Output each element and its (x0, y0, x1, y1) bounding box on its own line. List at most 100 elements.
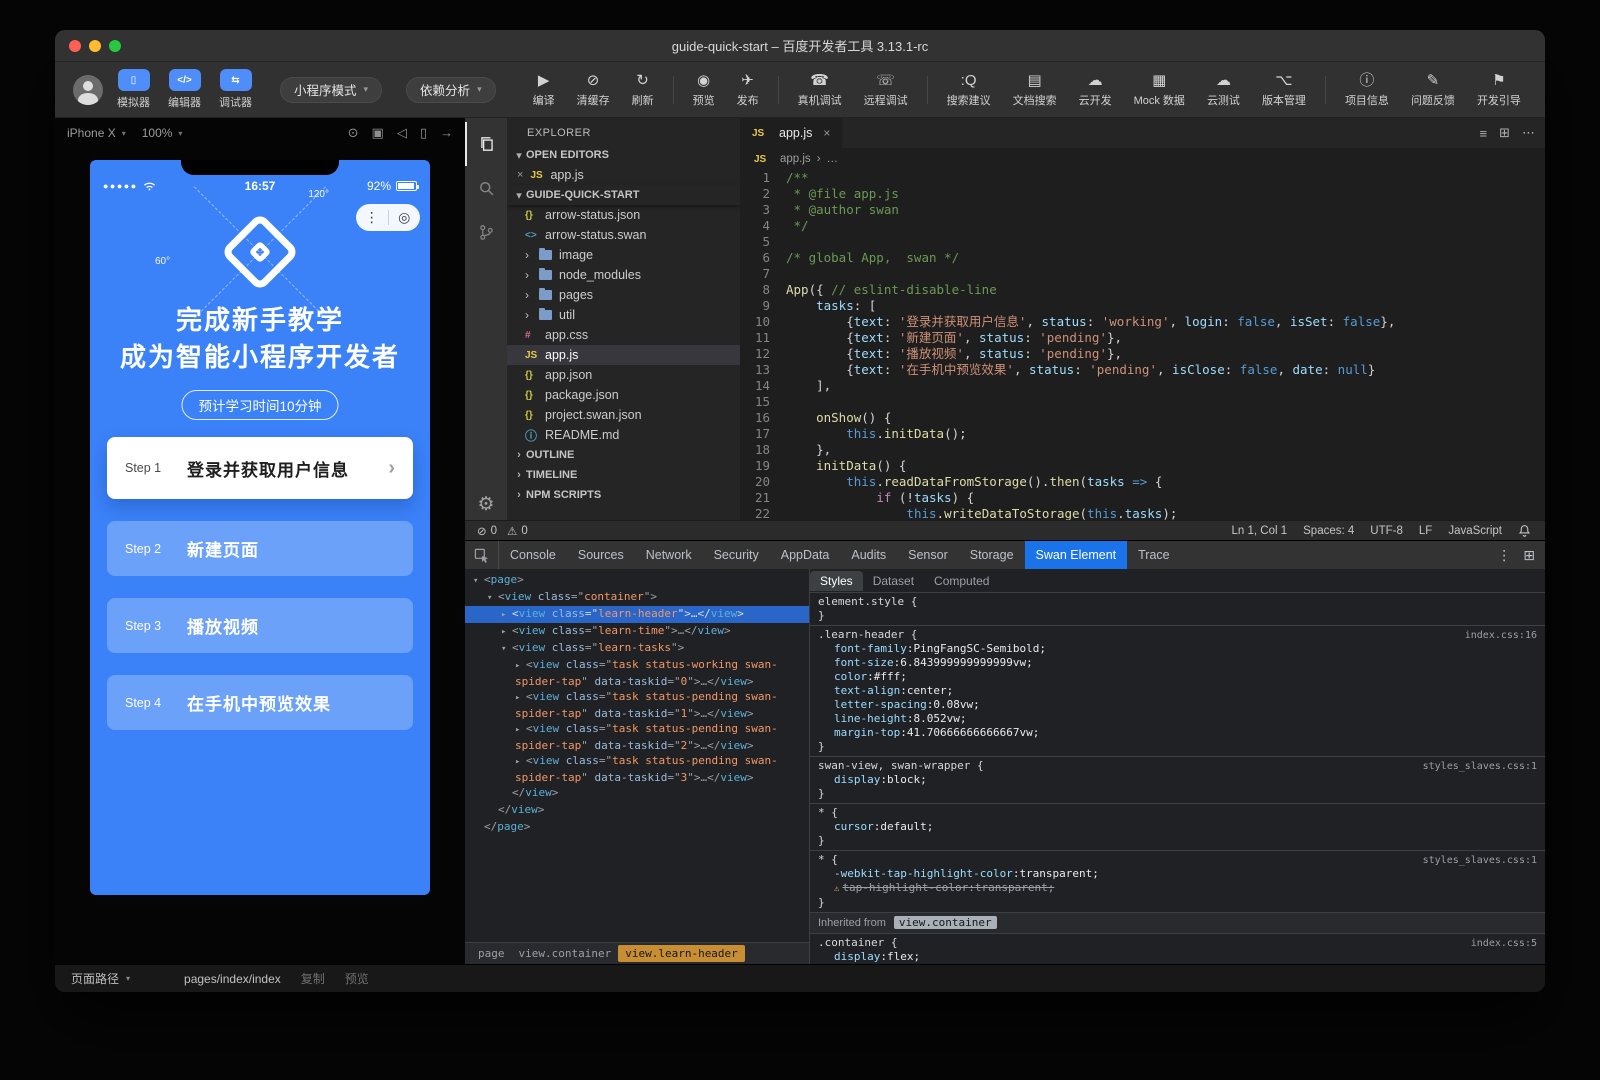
code-editor[interactable]: 12345678910111213141516171819202122 /** … (740, 170, 1545, 520)
element-node[interactable]: </view> (465, 785, 809, 802)
inspect-element-icon[interactable] (465, 541, 499, 569)
devtools-tab-sensor[interactable]: Sensor (897, 541, 959, 569)
user-avatar[interactable] (73, 75, 103, 105)
mode-button-editor[interactable]: </>编辑器 (168, 69, 201, 110)
open-editors-header[interactable]: ▾ OPEN EDITORS (507, 145, 740, 165)
devtools-tab-sources[interactable]: Sources (567, 541, 635, 569)
project-root-header[interactable]: ▾ GUIDE-QUICK-START (507, 185, 740, 205)
step-card-3[interactable]: Step 3播放视频 (107, 598, 413, 653)
element-node[interactable]: </page> (465, 819, 809, 836)
tab-app-js[interactable]: JS app.js × (740, 118, 842, 148)
element-node[interactable]: ▾<page> (465, 572, 809, 589)
css-property[interactable]: line-height:8.052vw; (818, 712, 1537, 726)
element-node[interactable]: ▸<view class="learn-time">…</view> (465, 623, 809, 640)
notifications-bell-icon[interactable] (1518, 524, 1531, 537)
step-card-2[interactable]: Step 2新建页面 (107, 521, 413, 576)
css-property[interactable]: color:#fff; (818, 670, 1537, 684)
scan-icon[interactable]: ▣ (372, 125, 384, 141)
section-npm-scripts[interactable]: ›NPM SCRIPTS (507, 485, 740, 505)
devtools-tab-appdata[interactable]: AppData (770, 541, 841, 569)
close-icon[interactable]: × (823, 126, 830, 140)
css-property[interactable]: cursor:default; (818, 820, 1537, 834)
crumb-page[interactable]: page (471, 945, 512, 962)
file-app-json[interactable]: {}app.json (507, 365, 740, 385)
device-icon[interactable]: ▯ (420, 125, 427, 141)
file-node-modules[interactable]: ›node_modules (507, 265, 740, 285)
toggle-layout-icon[interactable]: ≡ (1480, 126, 1488, 141)
split-editor-icon[interactable]: ⊞ (1499, 125, 1510, 141)
css-property[interactable]: ⚠tap-highlight-color:transparent; (818, 881, 1537, 896)
toolbar-action-dev-guide[interactable]: ⚑开发引导 (1477, 71, 1521, 108)
devtools-tab-audits[interactable]: Audits (840, 541, 897, 569)
crumb-view-learn-header[interactable]: view.learn-header (618, 945, 745, 962)
more-options-icon[interactable]: ⋮ (1497, 547, 1511, 564)
source-control-icon[interactable] (465, 210, 507, 254)
styles-tab-dataset[interactable]: Dataset (863, 571, 924, 591)
file-arrow-status-swan[interactable]: <>arrow-status.swan (507, 225, 740, 245)
devtools-tab-console[interactable]: Console (499, 541, 567, 569)
dropdown-program-mode[interactable]: 小程序模式▾ (280, 77, 382, 103)
devtools-tab-security[interactable]: Security (703, 541, 770, 569)
dropdown-dependency-analysis[interactable]: 依赖分析▾ (406, 77, 496, 103)
file-project-swan-json[interactable]: {}project.swan.json (507, 405, 740, 425)
toolbar-action-refresh[interactable]: ↻刷新 (632, 71, 654, 108)
css-property[interactable]: display:block; (818, 773, 1537, 787)
devtools-tab-trace[interactable]: Trace (1127, 541, 1181, 569)
sound-icon[interactable]: ◁ (397, 125, 407, 141)
element-node[interactable]: ▾<view class="container"> (465, 589, 809, 606)
status-utf-8[interactable]: UTF-8 (1370, 525, 1403, 537)
preview-path-button[interactable]: 预览 (345, 970, 369, 987)
stylesheet-link[interactable]: index.css:16 (1465, 629, 1537, 643)
settings-gear-icon[interactable]: ⚙ (477, 493, 494, 516)
css-property[interactable]: letter-spacing:0.08vw; (818, 698, 1537, 712)
close-icon[interactable]: × (517, 169, 523, 181)
devtools-tab-storage[interactable]: Storage (959, 541, 1025, 569)
devtools-tab-swan-element[interactable]: Swan Element (1025, 541, 1128, 569)
capsule-menu-icon[interactable]: ⋮ (356, 204, 388, 231)
css-property[interactable]: font-size:6.843999999999999vw; (818, 656, 1537, 670)
step-card-1[interactable]: Step 1登录并获取用户信息› (107, 437, 413, 499)
section-timeline[interactable]: ›TIMELINE (507, 465, 740, 485)
css-property[interactable]: margin-top:41.70666666666667vw; (818, 726, 1537, 740)
problems-summary[interactable]: ⊘0 ⚠0 (477, 524, 528, 538)
element-node[interactable]: ▸<view class="task status-pending swan-s… (465, 689, 809, 721)
step-card-4[interactable]: Step 4在手机中预览效果 (107, 675, 413, 730)
files-icon[interactable] (465, 122, 507, 166)
copy-path-button[interactable]: 复制 (301, 970, 325, 987)
device-select[interactable]: iPhone X (67, 126, 116, 140)
toolbar-action-cloud-dev[interactable]: ☁云开发 (1079, 71, 1112, 108)
inherited-from-selector[interactable]: view.container (894, 916, 997, 929)
breadcrumb[interactable]: JS app.js › … (740, 148, 1545, 170)
toolbar-action-publish[interactable]: ✈发布 (737, 71, 759, 108)
status-lf[interactable]: LF (1419, 525, 1432, 537)
crumb-view-container[interactable]: view.container (512, 945, 619, 962)
dock-side-icon[interactable]: ⊞ (1523, 547, 1535, 564)
file-util[interactable]: ›util (507, 305, 740, 325)
devtools-tab-network[interactable]: Network (635, 541, 703, 569)
stylesheet-link[interactable]: index.css:5 (1471, 937, 1537, 951)
search-icon[interactable] (465, 166, 507, 210)
element-node[interactable]: ▸<view class="task status-pending swan-s… (465, 721, 809, 753)
file-package-json[interactable]: {}package.json (507, 385, 740, 405)
toolbar-action-clear-cache[interactable]: ⊘清缓存 (577, 71, 610, 108)
stylesheet-link[interactable]: styles_slaves.css:1 (1423, 854, 1537, 868)
css-property[interactable]: display:flex; (818, 950, 1537, 964)
toolbar-action-doc-search[interactable]: ▤文档搜索 (1013, 71, 1057, 108)
element-node[interactable]: ▸<view class="task status-pending swan-s… (465, 753, 809, 785)
file-app-js[interactable]: JSapp.js (507, 345, 740, 365)
stylesheet-link[interactable]: styles_slaves.css:1 (1423, 760, 1537, 774)
toolbar-action-mock-data[interactable]: ▦Mock 数据 (1134, 71, 1185, 108)
open-external-icon[interactable]: → (440, 125, 453, 141)
zoom-select[interactable]: 100% (142, 126, 173, 140)
styles-tab-computed[interactable]: Computed (924, 571, 999, 591)
toolbar-action-version-control[interactable]: ⌥版本管理 (1262, 71, 1306, 108)
toolbar-action-feedback[interactable]: ✎问题反馈 (1411, 71, 1455, 108)
mode-button-debugger[interactable]: ⇆调试器 (219, 69, 252, 110)
styles-tab-styles[interactable]: Styles (810, 571, 863, 591)
toolbar-action-real-device-debug[interactable]: ☎真机调试 (798, 71, 842, 108)
status-spaces-4[interactable]: Spaces: 4 (1303, 525, 1354, 537)
toolbar-action-remote-debug[interactable]: ☏远程调试 (864, 71, 908, 108)
toolbar-action-compile[interactable]: ▶编译 (533, 71, 555, 108)
toolbar-action-preview[interactable]: ◉预览 (693, 71, 715, 108)
mode-button-simulator[interactable]: ▯模拟器 (117, 69, 150, 110)
